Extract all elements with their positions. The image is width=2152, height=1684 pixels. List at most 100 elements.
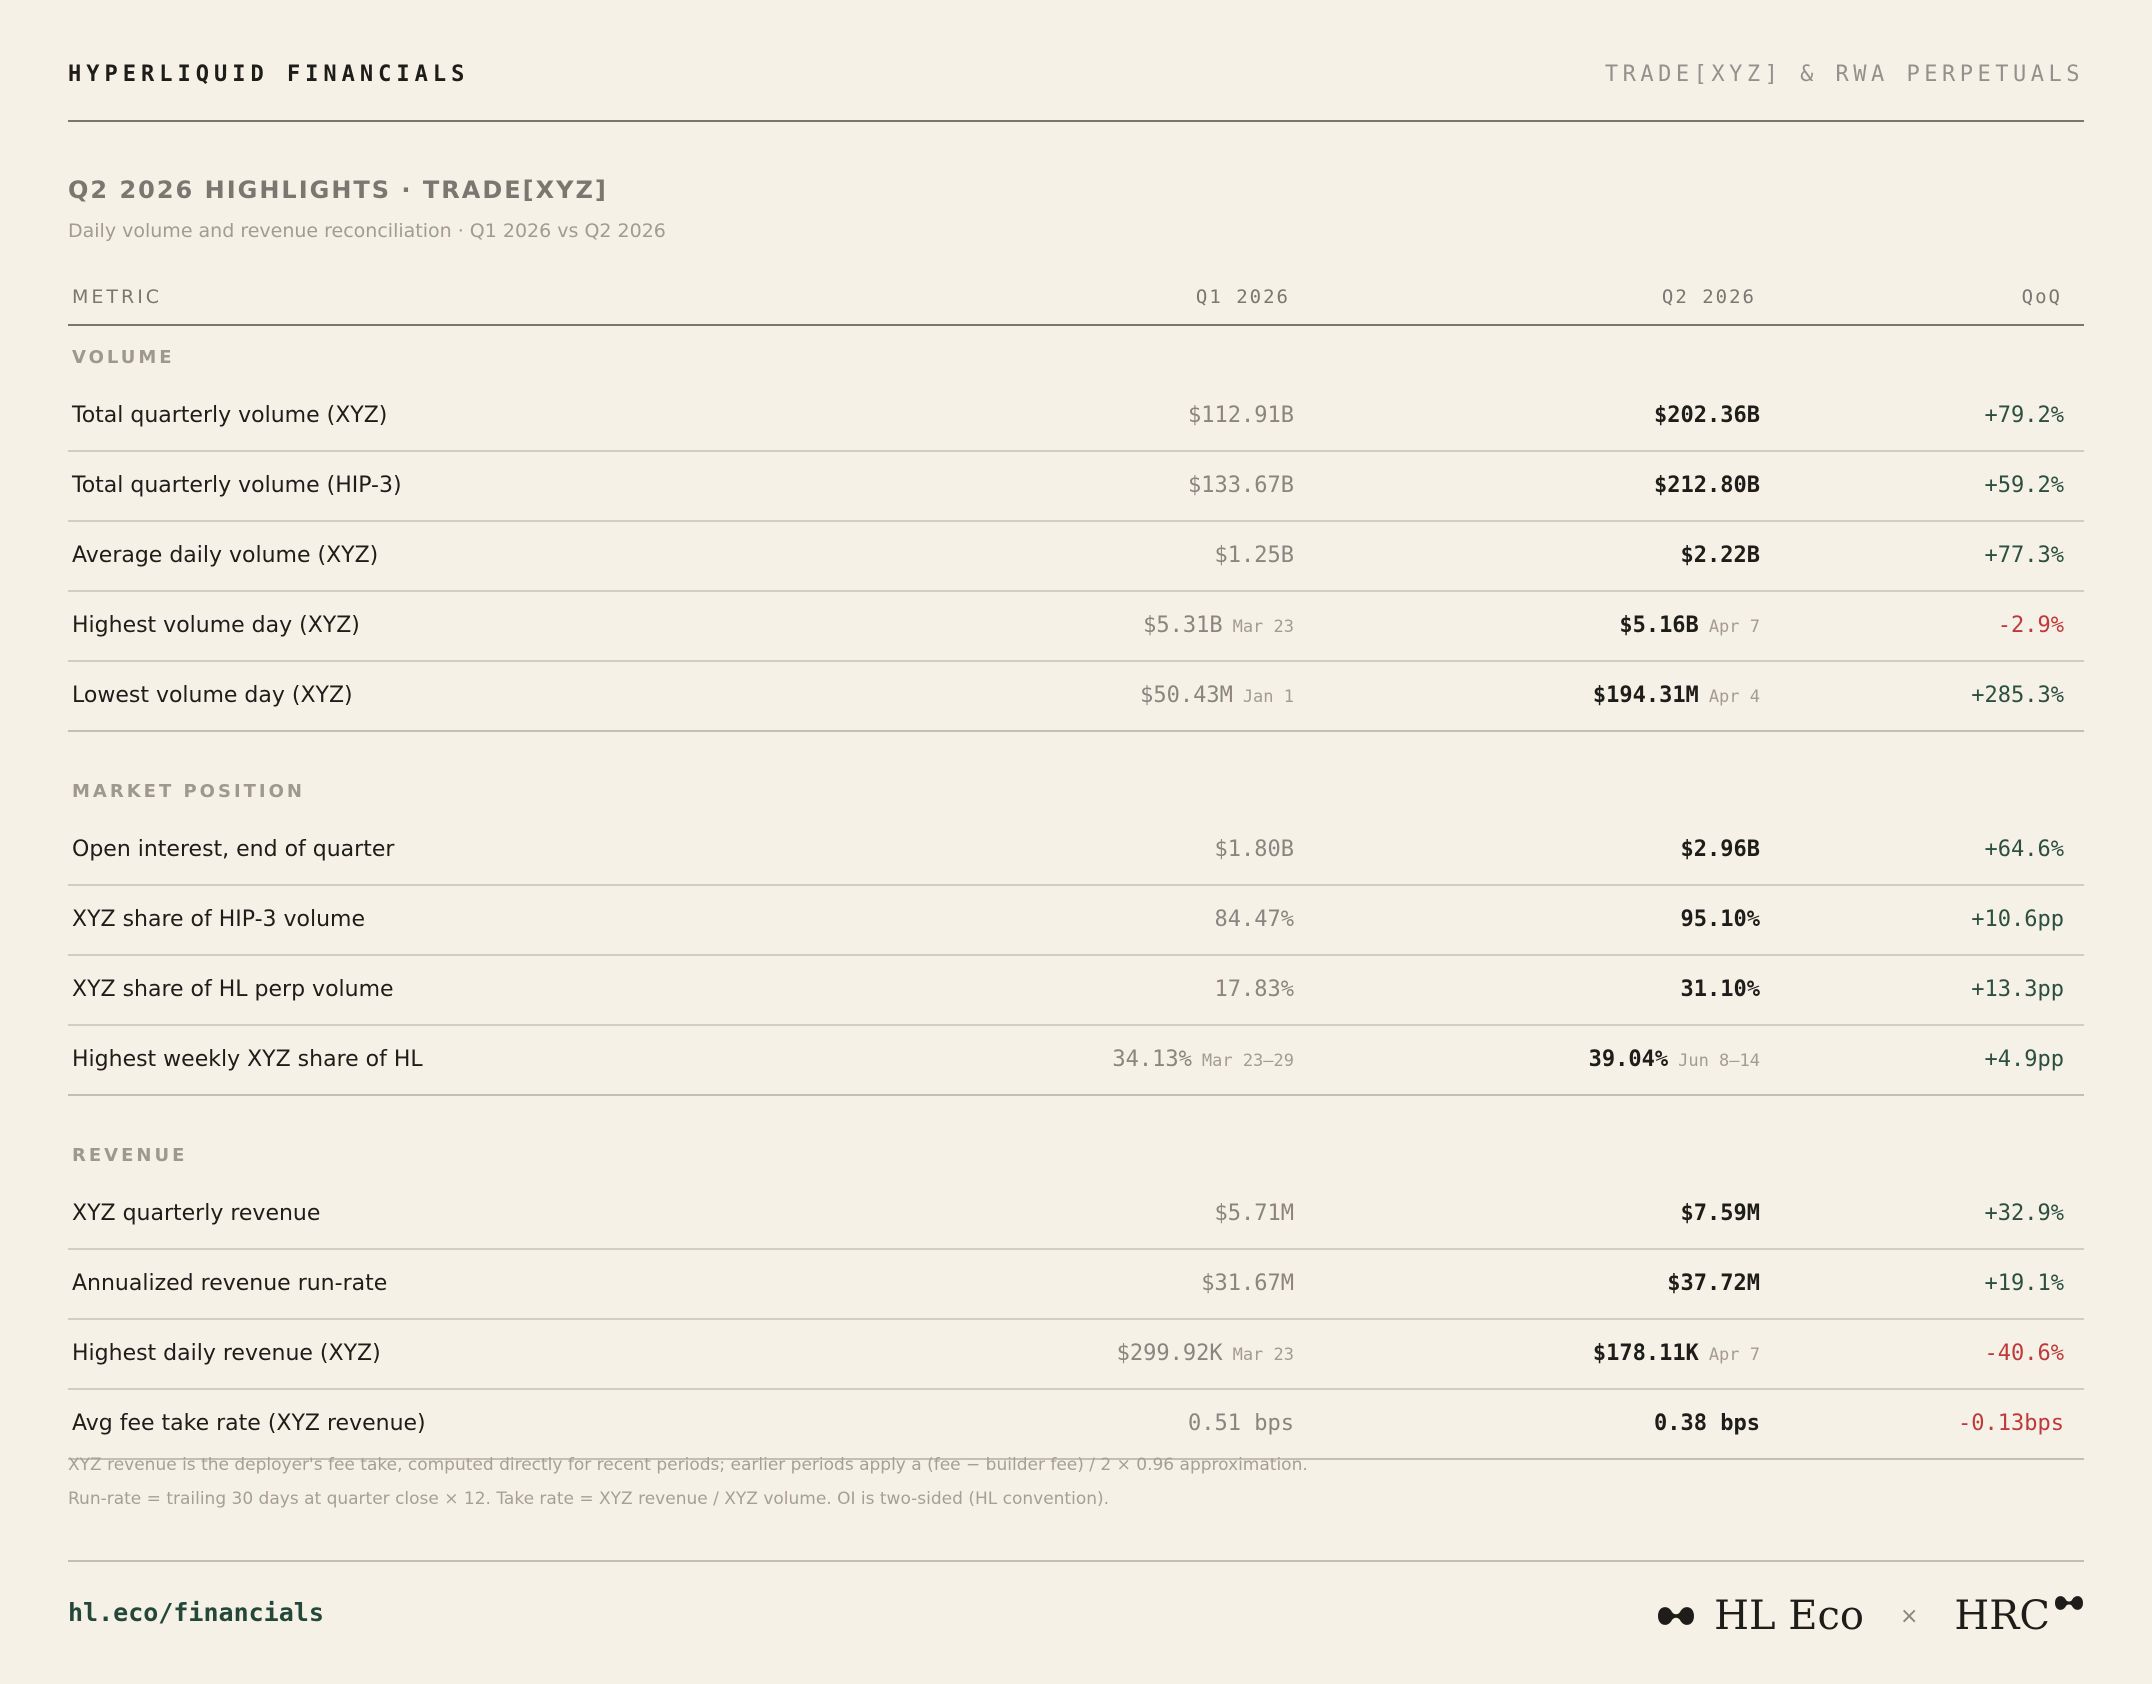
table-row: Open interest, end of quarter $1.80B $2.96… [68, 816, 2084, 886]
q1-value-cell: $1.25B [1215, 522, 1294, 590]
q1-value-cell: $1.80B [1215, 816, 1294, 884]
q2-value-cell: $212.80B [1654, 452, 1760, 520]
table-row: XYZ quarterly revenue $5.71M $7.59M +32.9% [68, 1180, 2084, 1250]
qoq-change: +10.6pp [1971, 907, 2064, 932]
q2-value-cell: $178.11K Apr 7 [1593, 1320, 1760, 1388]
qoq-change: -0.13bps [1958, 1411, 2064, 1436]
metric-label: Open interest, end of quarter [72, 837, 395, 862]
report-page: HYPERLIQUID FINANCIALS TRADE[XYZ] & RWA … [68, 0, 2084, 1684]
table-row: Highest weekly XYZ share of HL 34.13% Mar … [68, 1026, 2084, 1096]
header-divider [68, 120, 2084, 122]
table-row: Lowest volume day (XYZ) $50.43M Jan 1 $194.… [68, 662, 2084, 732]
metric-label: Annualized revenue run-rate [72, 1271, 388, 1296]
q2-value: 95.10% [1680, 907, 1760, 932]
table-row: Average daily volume (XYZ) $1.25B $2.22B +7… [68, 522, 2084, 592]
qoq-change: +13.3pp [1971, 977, 2064, 1002]
footer-url[interactable]: hl.eco/financials [68, 1598, 324, 1627]
metric-label: Highest daily revenue (XYZ) [72, 1341, 381, 1366]
q1-value-cell: $133.67B [1188, 452, 1294, 520]
qoq-change: +19.1% [1984, 1271, 2064, 1296]
highlights-table: METRIC Q1 2026 Q2 2026 QoQ VOLUME Total q… [68, 270, 2084, 1460]
table-row: Total quarterly volume (XYZ) $112.91B $202… [68, 382, 2084, 452]
q1-value: $1.25B [1214, 543, 1294, 568]
footnote: Run-rate = trailing 30 days at quarter c… [68, 1489, 1110, 1509]
qoq-change: +77.3% [1984, 543, 2064, 568]
q2-value-cell: $2.22B [1681, 522, 1760, 590]
q2-value: $212.80B [1654, 473, 1760, 498]
brand-title: HYPERLIQUID FINANCIALS [68, 62, 470, 87]
q2-date: Jun 8–14 [1678, 1051, 1760, 1071]
qoq-change: -2.9% [1997, 613, 2064, 638]
column-header-qoq: QoQ [2021, 286, 2062, 308]
header-tagline: TRADE[XYZ] & RWA PERPETUALS [1604, 62, 2084, 87]
footnotes: XYZ revenue is the deployer's fee take, … [68, 1448, 1308, 1516]
q1-value: $112.91B [1188, 403, 1294, 428]
table-row: Highest volume day (XYZ) $5.31B Mar 23 $5.1… [68, 592, 2084, 662]
hrc-logo: HRC [1954, 1593, 2050, 1639]
q1-value-cell: $299.92K Mar 23 [1117, 1320, 1294, 1388]
q1-value-cell: 84.47% [1215, 886, 1294, 954]
q1-value-cell: $5.31B Mar 23 [1143, 592, 1294, 660]
q1-value: $133.67B [1188, 473, 1294, 498]
section-header: REVENUE [68, 1096, 2084, 1180]
q1-date: Mar 23 [1232, 617, 1294, 637]
metric-label: XYZ share of HIP-3 volume [72, 907, 365, 932]
q1-value: 0.51 bps [1188, 1411, 1294, 1436]
hl-eco-logo-icon [1658, 1607, 1695, 1625]
q2-date: Apr 7 [1708, 1345, 1760, 1365]
q2-value: $178.11K [1592, 1341, 1699, 1366]
q2-value-cell: $7.59M [1681, 1180, 1760, 1248]
hrc-logo-icon [2055, 1596, 2083, 1610]
table-row: Highest daily revenue (XYZ) $299.92K Mar 2… [68, 1320, 2084, 1390]
q1-value: 34.13% [1112, 1047, 1192, 1072]
q2-value: 0.38 bps [1654, 1411, 1760, 1436]
q1-value: $299.92K [1116, 1341, 1223, 1366]
metric-label: XYZ share of HL perp volume [72, 977, 394, 1002]
q2-value-cell: 31.10% [1681, 956, 1760, 1024]
q1-value: 84.47% [1214, 907, 1294, 932]
q2-value-cell: $194.31M Apr 4 [1593, 662, 1760, 730]
table-header: METRIC Q1 2026 Q2 2026 QoQ [68, 270, 2084, 326]
partner-logos: HL Eco × HRC [1656, 1588, 2084, 1644]
page-subtitle: Daily volume and revenue reconciliation … [68, 220, 666, 242]
page-title: Q2 2026 HIGHLIGHTS · TRADE[XYZ] [68, 176, 608, 204]
q1-value-cell: 34.13% Mar 23–29 [1112, 1026, 1294, 1094]
qoq-change: +64.6% [1984, 837, 2064, 862]
q2-value-cell: 95.10% [1681, 886, 1760, 954]
metric-label: XYZ quarterly revenue [72, 1201, 321, 1226]
q1-value: $5.31B [1143, 613, 1223, 638]
table-body: VOLUME Total quarterly volume (XYZ) $112.9… [68, 326, 2084, 1460]
q2-date: Apr 4 [1708, 687, 1760, 707]
footer-divider [68, 1560, 2084, 1562]
section-header: VOLUME [68, 326, 2084, 382]
q1-date: Jan 1 [1242, 687, 1294, 707]
column-header-q1: Q1 2026 [1195, 286, 1290, 308]
q1-date: Mar 23 [1232, 1345, 1294, 1365]
q1-value-cell: 17.83% [1215, 956, 1294, 1024]
metric-label: Average daily volume (XYZ) [72, 543, 379, 568]
q1-date: Mar 23–29 [1201, 1051, 1294, 1071]
q2-value-cell: $5.16B Apr 7 [1619, 592, 1760, 660]
table-row: Annualized revenue run-rate $31.67M $37.72… [68, 1250, 2084, 1320]
q2-value: 31.10% [1680, 977, 1760, 1002]
metric-label: Total quarterly volume (HIP-3) [72, 473, 402, 498]
q2-value-cell: $37.72M [1667, 1250, 1760, 1318]
q2-value-cell: $2.96B [1681, 816, 1760, 884]
q1-value: $5.71M [1214, 1201, 1294, 1226]
q1-value: $50.43M [1140, 683, 1233, 708]
table-row: Total quarterly volume (HIP-3) $133.67B $2… [68, 452, 2084, 522]
q2-value: $37.72M [1667, 1271, 1760, 1296]
qoq-change: +32.9% [1984, 1201, 2064, 1226]
qoq-change: +59.2% [1984, 473, 2064, 498]
section-label: MARKET POSITION [72, 781, 305, 802]
q2-value: $5.16B [1619, 613, 1699, 638]
q1-value: 17.83% [1214, 977, 1294, 1002]
logo-separator: × [1899, 1603, 1919, 1629]
column-header-metric: METRIC [72, 286, 163, 308]
q2-value: $7.59M [1680, 1201, 1760, 1226]
q2-value-cell: 39.04% Jun 8–14 [1589, 1026, 1760, 1094]
metric-label: Total quarterly volume (XYZ) [72, 403, 388, 428]
qoq-change: +79.2% [1984, 403, 2064, 428]
qoq-change: -40.6% [1984, 1341, 2064, 1366]
metric-label: Highest weekly XYZ share of HL [72, 1047, 423, 1072]
